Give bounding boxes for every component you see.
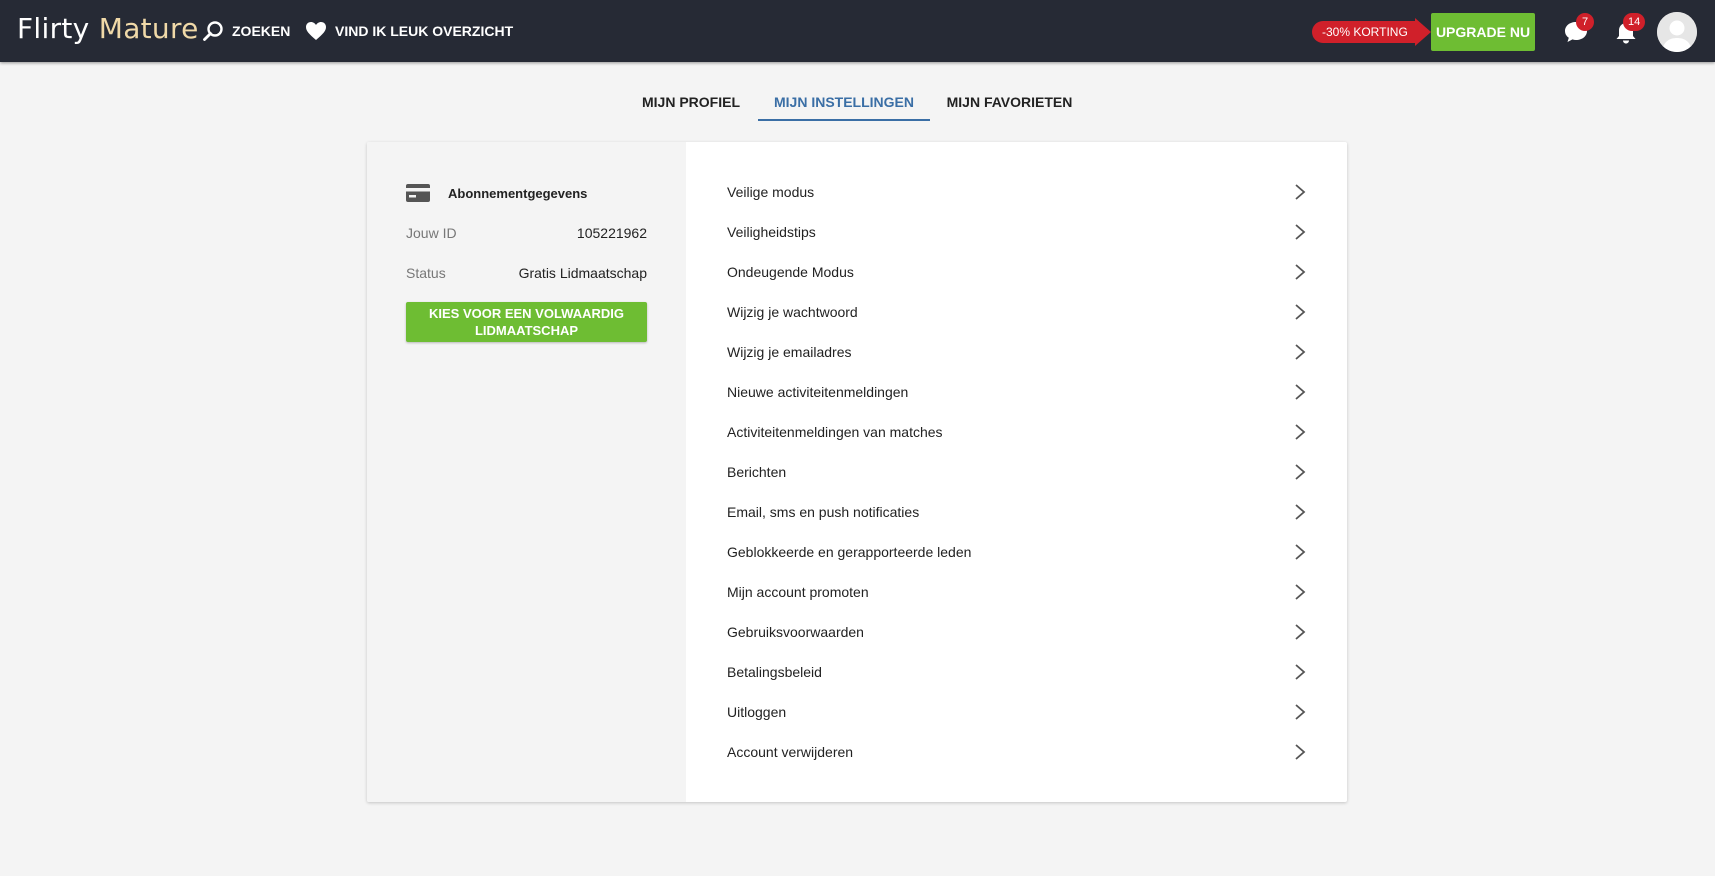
settings-item[interactable]: Geblokkeerde en gerapporteerde leden <box>727 532 1307 572</box>
settings-item[interactable]: Email, sms en push notificaties <box>727 492 1307 532</box>
chevron-right-icon <box>1295 424 1306 440</box>
status-label: Status <box>406 265 446 281</box>
profile-tabs: MIJN PROFIEL MIJN INSTELLINGEN MIJN FAVO… <box>0 85 1715 121</box>
settings-item-label: Berichten <box>727 464 787 480</box>
settings-item[interactable]: Nieuwe activiteitenmeldingen <box>727 372 1307 412</box>
settings-item-label: Veilige modus <box>727 184 815 200</box>
chevron-right-icon <box>1295 384 1306 400</box>
settings-item-label: Nieuwe activiteitenmeldingen <box>727 384 909 400</box>
nav-search-link[interactable]: ZOEKEN <box>202 19 290 43</box>
settings-item-label: Geblokkeerde en gerapporteerde leden <box>727 544 972 560</box>
settings-item-label: Email, sms en push notificaties <box>727 504 920 520</box>
settings-item[interactable]: Activiteitenmeldingen van matches <box>727 412 1307 452</box>
chevron-right-icon <box>1295 584 1306 600</box>
chevron-right-icon <box>1295 304 1306 320</box>
settings-item[interactable]: Betalingsbeleid <box>727 652 1307 692</box>
settings-card: Abonnementgegevens Jouw ID 105221962 Sta… <box>367 142 1347 802</box>
settings-item-label: Gebruiksvoorwaarden <box>727 624 864 640</box>
upgrade-button[interactable]: UPGRADE NU <box>1431 13 1535 51</box>
settings-item[interactable]: Account verwijderen <box>727 732 1307 772</box>
messages-count-badge: 7 <box>1576 13 1594 31</box>
subscription-heading-label: Abonnementgegevens <box>448 185 588 201</box>
chevron-right-icon <box>1295 744 1306 760</box>
avatar[interactable] <box>1657 12 1697 52</box>
nav-search-label: ZOEKEN <box>232 23 291 39</box>
user-id-row: Jouw ID 105221962 <box>406 223 647 243</box>
settings-item[interactable]: Veilige modus <box>727 172 1307 212</box>
settings-item-label: Wijzig je emailadres <box>727 344 852 360</box>
user-id-value: 105221962 <box>576 225 647 241</box>
settings-item-label: Mijn account promoten <box>727 584 869 600</box>
credit-card-icon <box>406 184 430 202</box>
settings-item[interactable]: Uitloggen <box>727 692 1307 732</box>
logo[interactable]: Flirty Mature <box>17 12 199 45</box>
logo-text: Flirty <box>17 12 99 45</box>
tab-my-favorites[interactable]: MIJN FAVORIETEN <box>942 85 1077 121</box>
notifications-count-badge: 14 <box>1623 13 1646 31</box>
user-id-label: Jouw ID <box>406 225 457 241</box>
chevron-right-icon <box>1295 664 1306 680</box>
status-row: Status Gratis Lidmaatschap <box>406 263 647 283</box>
settings-item[interactable]: Ondeugende Modus <box>727 252 1307 292</box>
settings-item[interactable]: Wijzig je emailadres <box>727 332 1307 372</box>
settings-item-label: Betalingsbeleid <box>727 664 822 680</box>
chevron-right-icon <box>1295 624 1306 640</box>
chevron-right-icon <box>1295 224 1306 240</box>
tab-my-profile[interactable]: MIJN PROFIEL <box>636 85 746 121</box>
settings-item-label: Veiligheidstips <box>727 224 816 240</box>
chevron-right-icon <box>1295 264 1306 280</box>
settings-list: Veilige modus Veiligheidstips Ondeugende M… <box>727 172 1307 772</box>
heart-icon <box>306 22 326 40</box>
chevron-right-icon <box>1295 344 1306 360</box>
chevron-right-icon <box>1295 184 1306 200</box>
user-silhouette-icon <box>1657 12 1697 52</box>
subscription-panel: Abonnementgegevens Jouw ID 105221962 Sta… <box>367 142 686 802</box>
chevron-right-icon <box>1295 504 1306 520</box>
arrow-right-icon <box>1414 18 1431 46</box>
chevron-right-icon <box>1295 704 1306 720</box>
settings-item-label: Account verwijderen <box>727 744 854 760</box>
settings-item[interactable]: Mijn account promoten <box>727 572 1307 612</box>
settings-item-label: Ondeugende Modus <box>727 264 854 280</box>
nav-likes-link[interactable]: VIND IK LEUK OVERZICHT <box>305 19 513 43</box>
logo-accent-text: Mature <box>98 12 199 45</box>
subscription-heading: Abonnementgegevens <box>406 183 587 203</box>
top-navbar: Flirty Mature ZOEKEN VIND IK LEUK OVERZI… <box>0 0 1715 62</box>
settings-item[interactable]: Wijzig je wachtwoord <box>727 292 1307 332</box>
settings-item-label: Wijzig je wachtwoord <box>727 304 858 320</box>
settings-item-label: Uitloggen <box>727 704 787 720</box>
settings-item[interactable]: Veiligheidstips <box>727 212 1307 252</box>
search-icon <box>203 21 223 41</box>
settings-item[interactable]: Gebruiksvoorwaarden <box>727 612 1307 652</box>
discount-badge[interactable]: -30% KORTING <box>1312 18 1431 46</box>
settings-item[interactable]: Berichten <box>727 452 1307 492</box>
tab-my-settings[interactable]: MIJN INSTELLINGEN <box>758 85 930 121</box>
nav-likes-label: VIND IK LEUK OVERZICHT <box>335 23 514 39</box>
full-membership-button[interactable]: KIES VOOR EEN VOLWAARDIG LIDMAATSCHAP <box>406 302 647 342</box>
settings-item-label: Activiteitenmeldingen van matches <box>727 424 943 440</box>
discount-label: -30% KORTING <box>1312 21 1416 43</box>
chevron-right-icon <box>1295 544 1306 560</box>
status-value: Gratis Lidmaatschap <box>518 265 647 281</box>
chevron-right-icon <box>1295 464 1306 480</box>
